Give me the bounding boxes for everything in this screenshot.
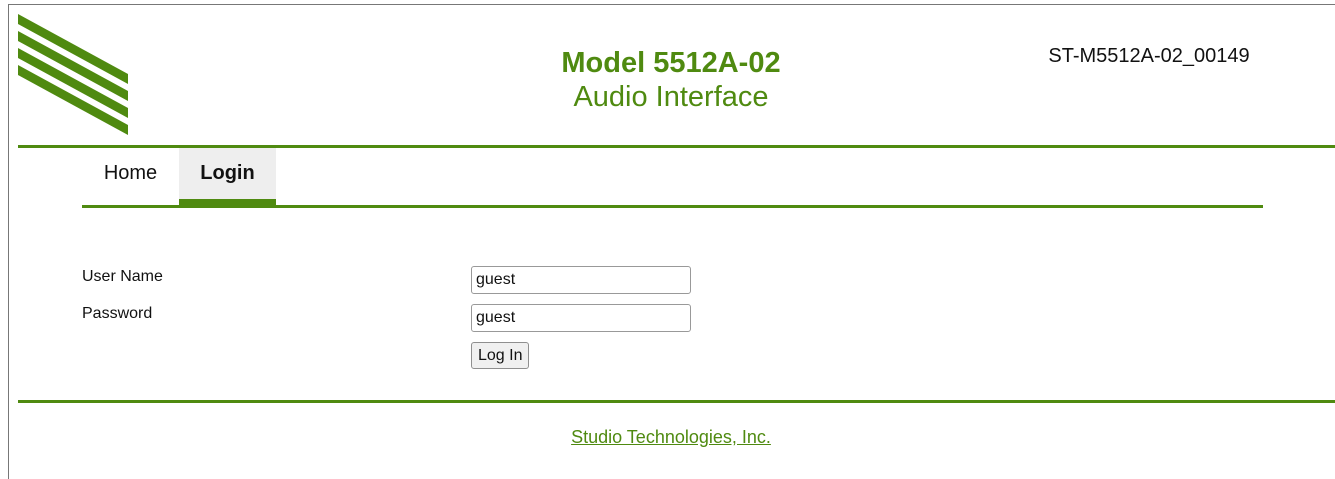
username-input[interactable] bbox=[471, 266, 691, 294]
tab-login[interactable]: Login bbox=[179, 148, 276, 205]
tab-home[interactable]: Home bbox=[82, 148, 179, 205]
model-subtitle: Audio Interface bbox=[573, 81, 769, 113]
diagonal-stripes-logo-icon bbox=[18, 14, 128, 135]
nav-bar: Home Login bbox=[82, 148, 276, 205]
nav-divider bbox=[82, 205, 1263, 208]
login-button[interactable]: Log In bbox=[471, 342, 530, 369]
device-id: ST-M5512A-02_00149 bbox=[1048, 45, 1250, 67]
username-label: User Name bbox=[82, 268, 163, 285]
password-input[interactable] bbox=[471, 304, 691, 332]
company-link[interactable]: Studio Technologies, Inc. bbox=[471, 427, 871, 448]
password-label: Password bbox=[82, 305, 153, 322]
model-title: Model 5512A-02 bbox=[561, 47, 781, 79]
footer-divider bbox=[18, 400, 1335, 403]
header-title-block: Model 5512A-02 Audio Interface bbox=[471, 46, 871, 114]
